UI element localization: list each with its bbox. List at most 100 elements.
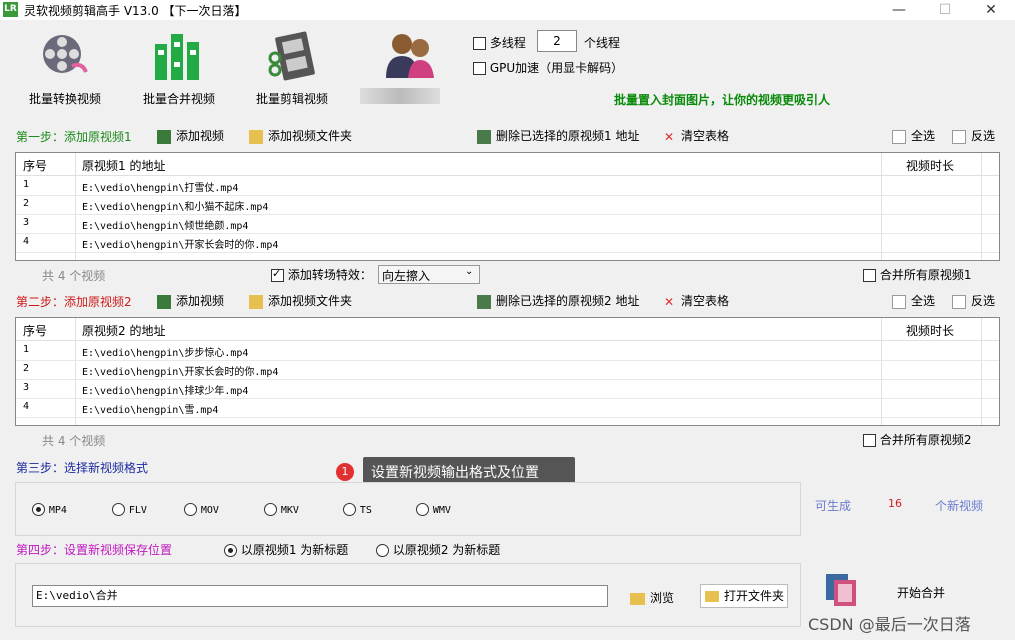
format-label: MP4 [48, 505, 67, 516]
folder-add-icon [249, 294, 263, 309]
format-label: TS [359, 505, 372, 516]
format-option-flv[interactable]: FLV [112, 502, 147, 516]
transition-checkbox[interactable] [271, 267, 284, 282]
step2-invert-button[interactable]: 反选 [952, 292, 995, 309]
table-row[interactable]: 1 E:\vedio\hengpin\打雪仗.mp4 [16, 176, 999, 196]
merge-all-2-checkbox[interactable] [863, 434, 876, 447]
step2-invert-label: 反选 [971, 294, 996, 308]
chevron-down-icon: ⌄ [465, 266, 474, 277]
save-path-panel: E:\vedio\合并 浏览 打开文件夹 [15, 563, 801, 627]
title-option-1[interactable]: 以原视频1 为新标题 [224, 541, 348, 558]
start-merge-button[interactable]: 开始合并 [824, 572, 946, 612]
table-row[interactable]: 4 E:\vedio\hengpin\雪.mp4 [16, 398, 999, 418]
format-option-wmv[interactable]: WMV [416, 502, 451, 516]
save-path-input[interactable]: E:\vedio\合并 [32, 585, 608, 607]
table-row[interactable]: 2 E:\vedio\hengpin\和小猫不起床.mp4 [16, 195, 999, 215]
table-row[interactable]: 3 E:\vedio\hengpin\倾世绝颜.mp4 [16, 214, 999, 234]
title-radio-1[interactable] [224, 544, 237, 557]
browse-button[interactable]: 浏览 [630, 589, 674, 606]
step2-delete-selected-label: 删除已选择的原视频2 地址 [496, 294, 640, 308]
batch-clip-button[interactable]: 批量剪辑视频 [249, 28, 335, 108]
step1-delete-selected-button[interactable]: 删除已选择的原视频1 地址 [477, 127, 639, 144]
gpu-option[interactable]: GPU加速（用显卡解码） [473, 59, 623, 76]
step1-select-all-button[interactable]: 全选 [892, 127, 935, 144]
step2-count: 共 4 个视频 [42, 434, 106, 448]
step1-add-folder-label: 添加视频文件夹 [268, 129, 353, 143]
step1-clear-button[interactable]: ✕ 清空表格 [662, 127, 729, 144]
start-merge-label: 开始合并 [897, 586, 946, 600]
step2-select-all-button[interactable]: 全选 [892, 292, 935, 309]
format-option-mp4[interactable]: MP4 [32, 502, 67, 516]
thread-count-input[interactable]: 2 [537, 30, 577, 52]
step1-invert-label: 反选 [971, 129, 996, 143]
step1-video-table[interactable]: 序号 原视频1 的地址 视频时长 1 E:\vedio\hengpin\打雪仗.… [15, 152, 1000, 261]
row-index: 1 [23, 344, 30, 355]
multithread-option[interactable]: 多线程 [473, 34, 526, 51]
format-option-ts[interactable]: TS [343, 502, 372, 516]
batch-merge-button[interactable]: 批量合并视频 [136, 28, 222, 108]
gpu-checkbox[interactable] [473, 62, 486, 75]
step1-add-folder-button[interactable]: 添加视频文件夹 [249, 127, 352, 144]
transition-select[interactable]: 向左擦入 ⌄ [378, 265, 480, 284]
step1-add-video-button[interactable]: 添加视频 [157, 127, 224, 144]
step2-clear-button[interactable]: ✕ 清空表格 [662, 292, 729, 309]
step1-clear-label: 清空表格 [681, 129, 730, 143]
step2-video-table[interactable]: 序号 原视频2 的地址 视频时长 1 E:\vedio\hengpin\步步惊心… [15, 317, 1000, 426]
format-panel: MP4 FLV MOV MKV TS WMV [15, 482, 801, 536]
col-path-header: 原视频2 的地址 [82, 324, 166, 338]
promo-link[interactable]: 批量置入封面图片，让你的视频更吸引人 [614, 91, 830, 108]
table-row[interactable]: 2 E:\vedio\hengpin\开家长会时的你.mp4 [16, 360, 999, 380]
title-option-1-label: 以原视频1 为新标题 [240, 543, 349, 557]
format-radio[interactable] [32, 503, 45, 516]
can-generate-label: 可生成 [815, 499, 852, 513]
table-row[interactable]: 3 E:\vedio\hengpin\排球少年.mp4 [16, 379, 999, 399]
thread-unit-label: 个线程 [584, 36, 621, 50]
merge-film-icon [826, 574, 856, 606]
page-icon [892, 294, 906, 309]
maximize-button[interactable]: ☐ [922, 0, 968, 20]
page-icon [892, 129, 906, 144]
step2-add-video-label: 添加视频 [176, 294, 225, 308]
merge-all-1-checkbox[interactable] [863, 269, 876, 282]
step2-add-folder-button[interactable]: 添加视频文件夹 [249, 292, 352, 309]
folder-add-icon [249, 129, 263, 144]
format-radio[interactable] [416, 503, 429, 516]
merge-blocks-icon [155, 34, 199, 80]
format-radio[interactable] [112, 503, 125, 516]
table-header: 序号 原视频1 的地址 视频时长 [16, 153, 999, 176]
format-radio[interactable] [264, 503, 277, 516]
format-option-mkv[interactable]: MKV [264, 502, 299, 516]
open-folder-button[interactable]: 打开文件夹 [700, 584, 788, 608]
window-title: 灵软视频剪辑高手 V13.0 【下一次日落】 [24, 4, 247, 18]
close-button[interactable]: ✕ [968, 0, 1014, 20]
title-option-2[interactable]: 以原视频2 为新标题 [376, 541, 500, 558]
title-bar: LR 灵软视频剪辑高手 V13.0 【下一次日落】 — ☐ ✕ [0, 0, 1015, 20]
step2-add-folder-label: 添加视频文件夹 [268, 294, 353, 308]
app-icon: LR [3, 2, 18, 17]
row-path: E:\vedio\hengpin\倾世绝颜.mp4 [82, 221, 249, 232]
format-radio[interactable] [184, 503, 197, 516]
minimize-button[interactable]: — [876, 0, 922, 20]
col-path-header: 原视频1 的地址 [82, 159, 166, 173]
step1-delete-selected-label: 删除已选择的原视频1 地址 [496, 129, 640, 143]
step2-add-video-button[interactable]: 添加视频 [157, 292, 224, 309]
table-header: 序号 原视频2 的地址 视频时长 [16, 318, 999, 341]
format-label: MOV [200, 505, 219, 516]
merge-all-1-option[interactable]: 合并所有原视频1 [863, 266, 971, 283]
step1-invert-button[interactable]: 反选 [952, 127, 995, 144]
user-account-button[interactable] [360, 28, 452, 108]
film-add-icon [157, 294, 171, 309]
format-option-mov[interactable]: MOV [184, 502, 219, 516]
multithread-checkbox[interactable] [473, 37, 486, 50]
merge-all-2-option[interactable]: 合并所有原视频2 [863, 431, 971, 448]
col-index-header: 序号 [23, 159, 48, 173]
title-radio-2[interactable] [376, 544, 389, 557]
table-row[interactable]: 4 E:\vedio\hengpin\开家长会时的你.mp4 [16, 233, 999, 253]
step3-label: 第三步：选择新视频格式 [16, 461, 149, 475]
step2-delete-selected-button[interactable]: 删除已选择的原视频2 地址 [477, 292, 639, 309]
batch-convert-button[interactable]: 批量转换视频 [22, 28, 108, 108]
table-row[interactable]: 1 E:\vedio\hengpin\步步惊心.mp4 [16, 341, 999, 361]
row-path: E:\vedio\hengpin\打雪仗.mp4 [82, 183, 239, 194]
transition-option[interactable]: 添加转场特效： [271, 266, 372, 283]
format-radio[interactable] [343, 503, 356, 516]
